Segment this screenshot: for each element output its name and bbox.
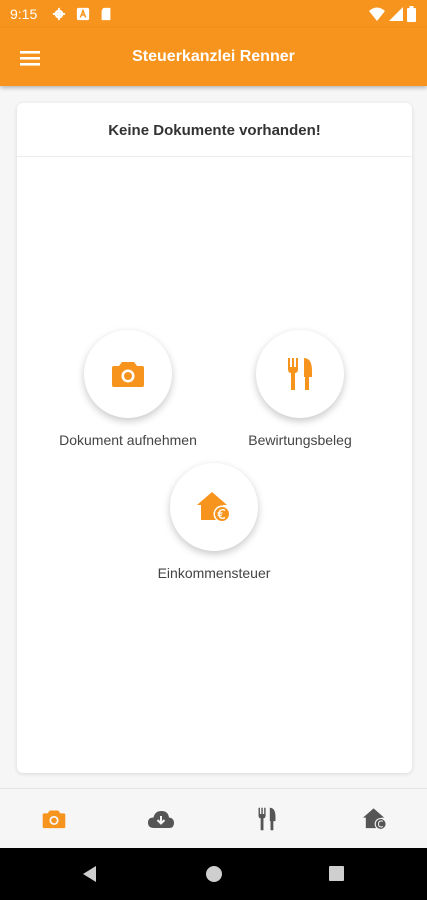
cloud-download-icon bbox=[148, 811, 174, 828]
documents-card: Keine Dokumente vorhanden! Dokument aufn… bbox=[17, 103, 412, 773]
house-euro-icon bbox=[363, 808, 387, 830]
bewirtungsbeleg-button[interactable] bbox=[256, 330, 344, 418]
gear-icon bbox=[52, 7, 66, 21]
einkommensteuer-label: Einkommensteuer bbox=[157, 565, 271, 581]
dokument-aufnehmen-button[interactable] bbox=[84, 330, 172, 418]
recents-icon[interactable] bbox=[328, 865, 345, 882]
bottom-navigation bbox=[0, 788, 427, 848]
status-time: 9:15 bbox=[10, 6, 38, 22]
a-icon bbox=[76, 7, 90, 21]
einkommensteuer-button[interactable] bbox=[170, 463, 258, 551]
dokument-aufnehmen-label: Dokument aufnehmen bbox=[59, 432, 197, 448]
bewirtungsbeleg-label: Bewirtungsbeleg bbox=[248, 432, 352, 448]
nav-bewirtung[interactable] bbox=[252, 805, 282, 833]
empty-state-message: Keine Dokumente vorhanden! bbox=[17, 103, 412, 157]
app-title: Steuerkanzlei Renner bbox=[132, 48, 295, 65]
wifi-icon bbox=[369, 7, 385, 21]
action-einkommensteuer: Einkommensteuer bbox=[124, 463, 304, 581]
app-bar: Steuerkanzlei Renner bbox=[0, 28, 427, 86]
camera-icon bbox=[112, 362, 144, 387]
camera-icon bbox=[42, 810, 66, 829]
action-bewirtungsbeleg: Bewirtungsbeleg bbox=[210, 330, 390, 448]
nav-camera[interactable] bbox=[39, 805, 69, 833]
battery-icon bbox=[407, 6, 416, 22]
action-dokument-aufnehmen: Dokument aufnehmen bbox=[38, 330, 218, 448]
fork-knife-icon bbox=[258, 807, 276, 831]
home-icon[interactable] bbox=[205, 865, 223, 883]
system-navigation-bar bbox=[0, 848, 427, 900]
nav-cloud-download[interactable] bbox=[146, 805, 176, 833]
house-euro-icon bbox=[197, 492, 231, 523]
fork-knife-icon bbox=[288, 358, 312, 390]
back-icon[interactable] bbox=[81, 865, 99, 883]
sd-card-icon bbox=[101, 7, 111, 21]
status-bar: 9:15 bbox=[0, 0, 427, 28]
nav-einkommensteuer[interactable] bbox=[360, 805, 390, 833]
signal-icon bbox=[389, 7, 403, 21]
